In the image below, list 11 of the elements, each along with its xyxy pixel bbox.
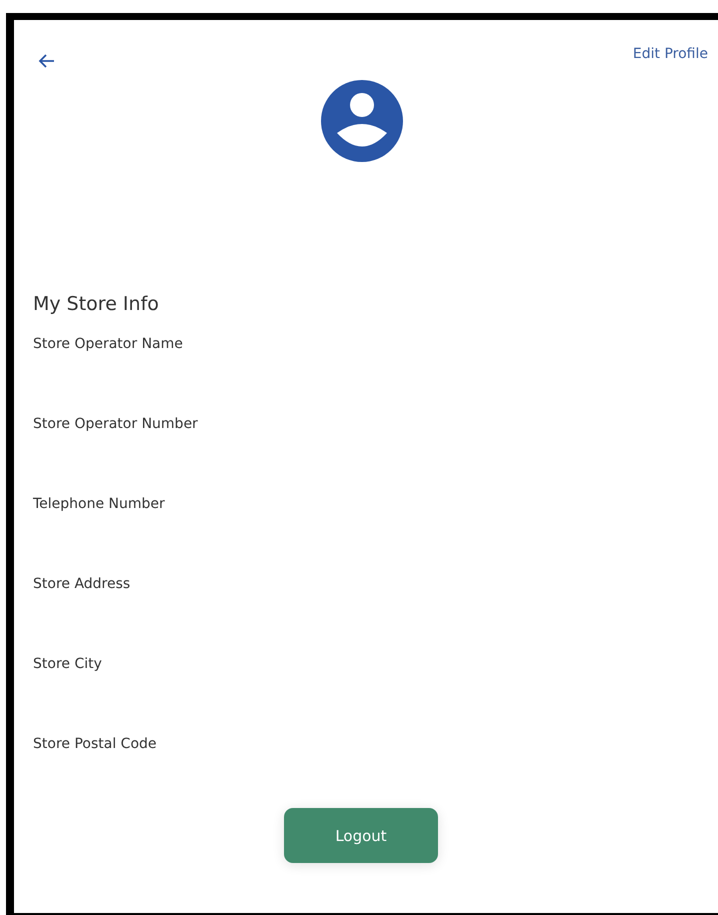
section-title: My Store Info <box>33 293 160 315</box>
field-label: Store Operator Name <box>33 335 184 354</box>
back-arrow-icon[interactable] <box>38 54 55 68</box>
field-label: Store City <box>33 655 103 674</box>
field-label: Store Address <box>33 575 132 594</box>
edit-profile-link[interactable]: Edit Profile <box>632 46 708 62</box>
field-label: Store Operator Number <box>33 415 199 434</box>
field-label: Store Postal Code <box>33 735 158 754</box>
field-label: Telephone Number <box>33 495 166 514</box>
user-avatar-icon <box>321 80 403 162</box>
logout-button[interactable]: Logout <box>284 808 438 863</box>
